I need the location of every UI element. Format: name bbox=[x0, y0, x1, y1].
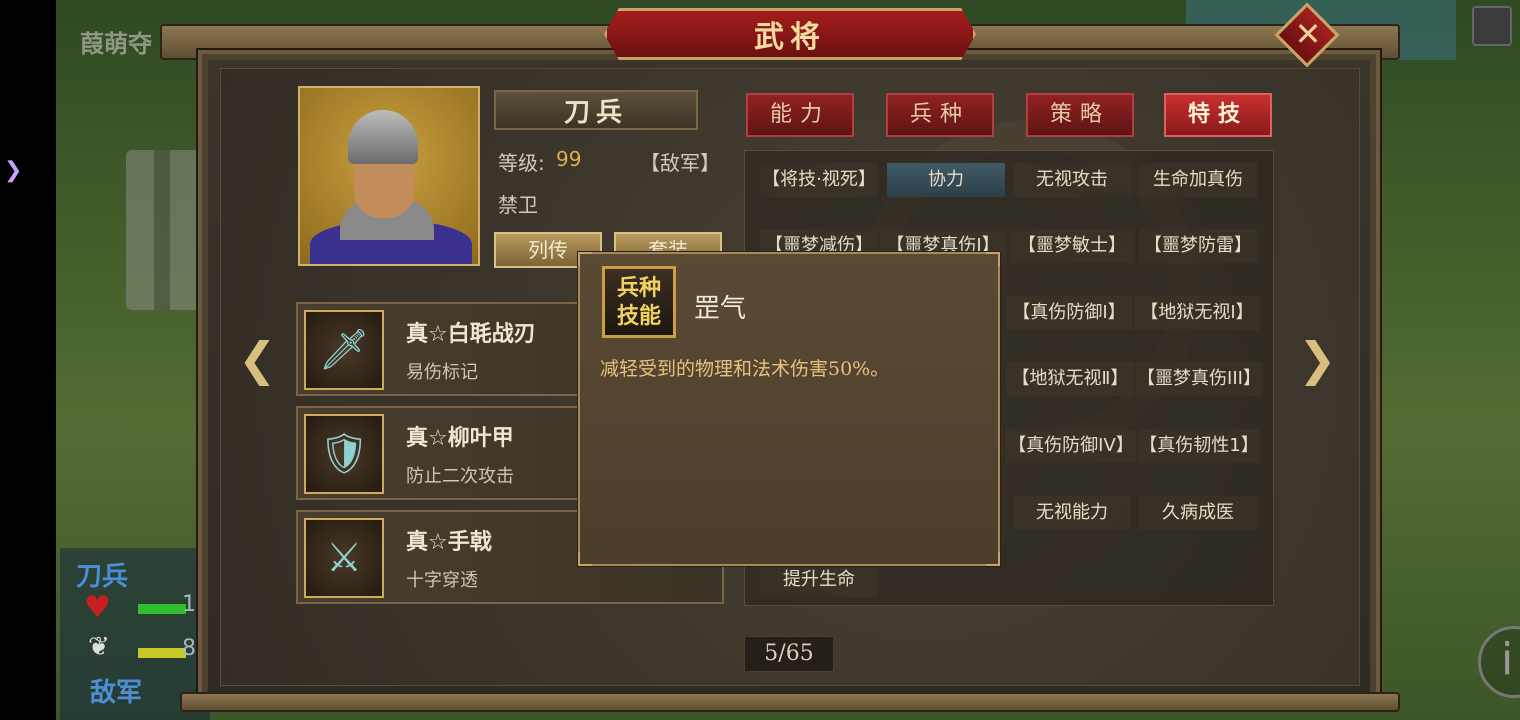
tab-ability[interactable]: 能力 bbox=[746, 93, 854, 137]
armor-icon: 🛡 bbox=[318, 431, 370, 477]
general-name: 刀兵 bbox=[563, 97, 628, 128]
tooltip-corner bbox=[578, 552, 592, 566]
level-label: 等级: bbox=[498, 151, 545, 175]
close-icon[interactable]: ✕ bbox=[1290, 14, 1326, 54]
level-value: 99 bbox=[556, 147, 582, 171]
equipment-desc: 十字穿透 bbox=[406, 570, 478, 591]
tooltip-corner bbox=[986, 552, 1000, 566]
halberd-icon: ⚔ bbox=[326, 535, 362, 581]
skill-item[interactable]: 提升生命 bbox=[760, 563, 878, 597]
equipment-icon-frame: ⚔ bbox=[304, 518, 384, 598]
tab-special-skills[interactable]: 特技 bbox=[1164, 93, 1272, 137]
troop-skill-badge-icon: 兵种 技能 bbox=[602, 266, 676, 338]
equipment-desc: 防止二次攻击 bbox=[406, 466, 514, 487]
unit-side: 敌军 bbox=[90, 678, 143, 708]
tab-troop[interactable]: 兵种 bbox=[886, 93, 994, 137]
equipment-name: 真☆柳叶甲 bbox=[406, 426, 514, 451]
skill-item[interactable]: 【将技·视死】 bbox=[760, 163, 878, 197]
equipment-name: 真☆手戟 bbox=[406, 530, 492, 555]
tooltip-corner bbox=[578, 252, 592, 266]
window-title: 武将 bbox=[754, 20, 826, 55]
tooltip-title: 罡气 bbox=[694, 294, 747, 324]
heart-icon: ♥ bbox=[84, 590, 111, 625]
equipment-icon-frame: 🛡 bbox=[304, 414, 384, 494]
skill-item[interactable]: 久病成医 bbox=[1139, 496, 1257, 530]
skill-item[interactable]: 协力 bbox=[887, 163, 1005, 197]
title-plaque: 武将 bbox=[604, 8, 976, 60]
mp-bar bbox=[138, 648, 186, 658]
equipment-desc: 易伤标记 bbox=[406, 362, 478, 383]
skill-item[interactable]: 【真伤防御IV】 bbox=[1006, 429, 1136, 463]
tooltip-corner bbox=[986, 252, 1000, 266]
game-screen: ❯ 葭萌夺 刀兵 ♥ 12 ❦ 87 敌军 i 武将 ✕ 刀兵 等级: 99 【… bbox=[0, 0, 1520, 720]
portrait-helmet bbox=[348, 110, 418, 164]
tab-strategy[interactable]: 策略 bbox=[1026, 93, 1134, 137]
unit-type: 禁卫 bbox=[498, 193, 538, 217]
equipment-name: 真☆白毦战刃 bbox=[406, 322, 536, 347]
general-portrait bbox=[298, 86, 480, 266]
skill-item[interactable]: 【噩梦真伤III】 bbox=[1136, 362, 1262, 396]
feather-icon: ❦ bbox=[88, 632, 110, 662]
page-indicator: 5/65 bbox=[744, 636, 834, 672]
skill-item[interactable]: 【真伤防御Ⅰ】 bbox=[1006, 296, 1132, 330]
tooltip-description: 减轻受到的物理和法术伤害50%。 bbox=[600, 358, 890, 380]
skill-item[interactable]: 【地狱无视Ⅰ】 bbox=[1134, 296, 1260, 330]
skill-item[interactable]: 生命加真伤 bbox=[1139, 163, 1257, 197]
minimap-button[interactable] bbox=[1472, 6, 1512, 46]
prev-general-arrow-icon[interactable]: ❮ bbox=[238, 332, 277, 386]
faction-label: 【敌军】 bbox=[640, 151, 720, 175]
equipment-icon-frame: 🗡 bbox=[304, 310, 384, 390]
panel-bottom-border bbox=[180, 692, 1400, 712]
skill-item[interactable]: 【地狱无视Ⅱ】 bbox=[1006, 362, 1134, 396]
general-name-plaque: 刀兵 bbox=[494, 90, 698, 130]
unit-name: 刀兵 bbox=[76, 562, 129, 592]
skill-item[interactable]: 【真伤韧性1】 bbox=[1138, 429, 1260, 463]
skill-tooltip: 兵种 技能 罡气 减轻受到的物理和法术伤害50%。 bbox=[578, 252, 1000, 566]
edge-expand-icon[interactable]: ❯ bbox=[4, 158, 22, 183]
skill-item[interactable]: 【噩梦防雷】 bbox=[1139, 229, 1257, 263]
sword-icon: 🗡 bbox=[318, 327, 370, 373]
skill-item[interactable]: 无视攻击 bbox=[1013, 163, 1131, 197]
left-black-bar: ❯ bbox=[0, 0, 56, 720]
hp-bar bbox=[138, 604, 186, 614]
next-general-arrow-icon[interactable]: ❯ bbox=[1298, 332, 1337, 386]
map-stage-title: 葭萌夺 bbox=[80, 30, 152, 58]
skill-item[interactable]: 【噩梦敏士】 bbox=[1010, 229, 1134, 263]
skill-item[interactable]: 无视能力 bbox=[1013, 496, 1131, 530]
